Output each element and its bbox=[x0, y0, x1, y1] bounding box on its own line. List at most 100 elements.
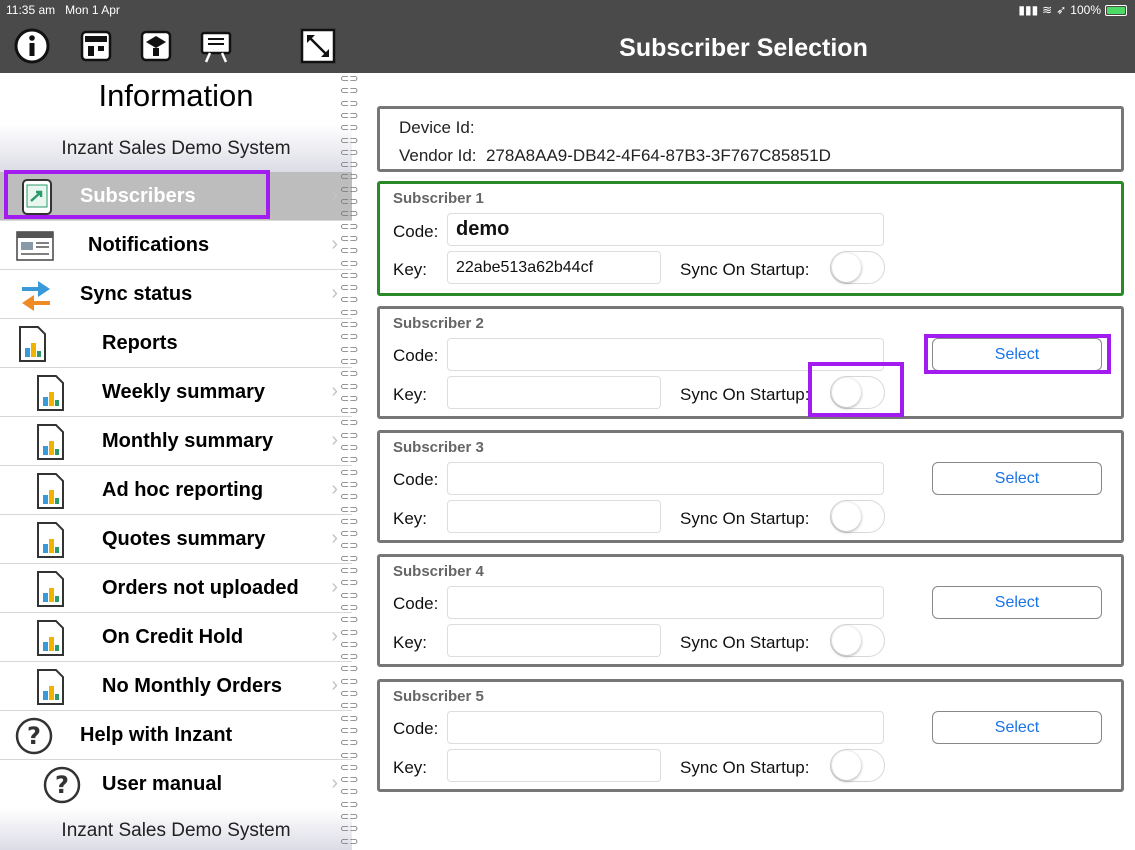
report-icon bbox=[37, 473, 64, 509]
code-input[interactable] bbox=[447, 586, 884, 619]
chevron-right-icon: › bbox=[331, 772, 338, 794]
select-button[interactable]: Select bbox=[932, 586, 1102, 619]
sidebar-item-label: No Monthly Orders bbox=[102, 675, 283, 697]
package-icon[interactable] bbox=[136, 26, 176, 66]
spiral-coil: ⊂⊃ bbox=[340, 417, 359, 430]
spiral-coil: ⊂⊃ bbox=[340, 97, 359, 110]
subscriber-panel-4: Subscriber 4 Code: Select Key: Sync On S… bbox=[377, 554, 1124, 667]
code-label: Code: bbox=[393, 346, 439, 365]
spiral-coil: ⊂⊃ bbox=[340, 220, 359, 233]
highlight-sync-toggle bbox=[808, 362, 904, 417]
wifi-icon: ≋ bbox=[1042, 3, 1053, 17]
spiral-coil: ⊂⊃ bbox=[340, 638, 359, 651]
key-input[interactable] bbox=[447, 749, 661, 782]
key-input[interactable] bbox=[447, 500, 661, 533]
signal-icon: ▮▮▮ bbox=[1018, 3, 1039, 17]
spiral-coil: ⊂⊃ bbox=[340, 811, 359, 823]
key-label: Key: bbox=[393, 633, 428, 652]
subscriber-title: Subscriber 2 bbox=[393, 315, 484, 332]
sidebar-item-reports[interactable]: Reports bbox=[0, 319, 352, 368]
presentation-icon[interactable] bbox=[196, 26, 236, 66]
spiral-coil: ⊂⊃ bbox=[340, 577, 359, 590]
spiral-coil: ⊂⊃ bbox=[340, 540, 359, 553]
svg-text:?: ? bbox=[27, 722, 41, 750]
help-icon: ? bbox=[43, 766, 81, 804]
sidebar-item-monthly-summary[interactable]: Monthly summary › bbox=[0, 417, 352, 466]
key-input[interactable] bbox=[447, 624, 661, 657]
sidebar-item-user-manual[interactable]: ? User manual › bbox=[0, 760, 352, 809]
sync-on-startup-toggle[interactable] bbox=[830, 624, 885, 657]
spiral-coil: ⊂⊃ bbox=[340, 109, 359, 122]
select-button[interactable]: Select bbox=[932, 711, 1102, 744]
report-icon bbox=[37, 571, 64, 607]
sidebar-item-orders-not-uploaded[interactable]: Orders not uploaded › bbox=[0, 564, 352, 613]
chevron-right-icon: › bbox=[331, 429, 338, 451]
sidebar-item-label: Notifications bbox=[88, 234, 210, 256]
sidebar-item-sync-status[interactable]: Sync status › bbox=[0, 270, 352, 319]
info-icon[interactable] bbox=[12, 26, 52, 66]
code-input[interactable] bbox=[447, 711, 884, 744]
report-icon bbox=[37, 375, 64, 411]
spiral-coil: ⊂⊃ bbox=[340, 343, 359, 356]
sidebar-item-on-credit-hold[interactable]: On Credit Hold › bbox=[0, 613, 352, 662]
key-input[interactable] bbox=[447, 251, 661, 284]
chevron-right-icon: › bbox=[331, 674, 338, 696]
device-id-line: Device Id: bbox=[399, 118, 475, 138]
sidebar-title: Information bbox=[98, 78, 254, 113]
spiral-coil: ⊂⊃ bbox=[340, 675, 359, 688]
sidebar-item-label: Quotes summary bbox=[102, 528, 266, 550]
sidebar-item-ad-hoc-reporting[interactable]: Ad hoc reporting › bbox=[0, 466, 352, 515]
sidebar-item-quotes-summary[interactable]: Quotes summary › bbox=[0, 515, 352, 564]
spiral-coil: ⊂⊃ bbox=[340, 282, 359, 295]
expand-icon[interactable] bbox=[298, 26, 338, 66]
code-input[interactable] bbox=[447, 462, 884, 495]
notifications-icon bbox=[16, 231, 54, 261]
store-icon[interactable] bbox=[76, 26, 116, 66]
subscriber-title: Subscriber 3 bbox=[393, 439, 484, 456]
chevron-right-icon: › bbox=[331, 282, 338, 304]
sidebar-item-no-monthly-orders[interactable]: No Monthly Orders › bbox=[0, 662, 352, 711]
chevron-right-icon: › bbox=[331, 478, 338, 500]
report-icon bbox=[37, 424, 64, 460]
key-input[interactable] bbox=[447, 376, 661, 409]
spiral-coil: ⊂⊃ bbox=[340, 798, 359, 811]
subscriber-panel-1: Subscriber 1 Code: Key: Sync On Startup: bbox=[377, 181, 1124, 296]
sync-on-startup-toggle[interactable] bbox=[830, 251, 885, 284]
sync-on-startup-toggle[interactable] bbox=[830, 749, 885, 782]
sidebar-item-label: Sync status bbox=[80, 283, 193, 305]
sync-icon bbox=[22, 281, 50, 311]
sidebar-item-notifications[interactable]: Notifications › bbox=[0, 221, 352, 270]
spiral-coil: ⊂⊃ bbox=[340, 601, 359, 614]
vendor-id-value: 278A8AA9-DB42-4F64-87B3-3F767C85851D bbox=[485, 146, 831, 165]
code-label: Code: bbox=[393, 470, 439, 489]
code-label: Code: bbox=[393, 222, 439, 241]
spiral-coil: ⊂⊃ bbox=[340, 257, 359, 270]
code-label: Code: bbox=[393, 594, 439, 613]
spiral-coil: ⊂⊃ bbox=[340, 405, 359, 418]
sidebar-footer: Inzant Sales Demo System bbox=[0, 808, 352, 850]
spiral-coil: ⊂⊃ bbox=[340, 786, 359, 799]
code-input[interactable] bbox=[447, 213, 884, 246]
status-time-date: 11:35 am Mon 1 Apr bbox=[6, 3, 120, 17]
sync-on-startup-toggle[interactable] bbox=[830, 500, 885, 533]
spiral-coil: ⊂⊃ bbox=[340, 503, 359, 516]
device-panel: Device Id: Vendor Id: 278A8AA9-DB42-4F64… bbox=[377, 106, 1124, 172]
spiral-coil: ⊂⊃ bbox=[340, 528, 359, 541]
key-label: Key: bbox=[393, 260, 428, 279]
spiral-coil: ⊂⊃ bbox=[340, 552, 359, 565]
spiral-coil: ⊂⊃ bbox=[340, 319, 359, 331]
subscriber-title: Subscriber 1 bbox=[393, 190, 484, 207]
spiral-coil: ⊂⊃ bbox=[340, 429, 359, 442]
chevron-right-icon: › bbox=[331, 184, 338, 206]
spiral-coil: ⊂⊃ bbox=[340, 835, 359, 848]
sidebar-item-weekly-summary[interactable]: Weekly summary › bbox=[0, 368, 352, 417]
sidebar-menu: Subscribers › Notifications › Sync statu… bbox=[0, 172, 352, 809]
sidebar-item-help-with-inzant[interactable]: ? Help with Inzant bbox=[0, 711, 352, 760]
key-label: Key: bbox=[393, 385, 428, 404]
page-title: Subscriber Selection bbox=[619, 34, 868, 62]
sidebar-item-label: Orders not uploaded bbox=[102, 577, 299, 599]
subscriber-panel-3: Subscriber 3 Code: Select Key: Sync On S… bbox=[377, 430, 1124, 543]
spiral-coil: ⊂⊃ bbox=[340, 245, 359, 258]
spiral-coil: ⊂⊃ bbox=[340, 614, 359, 627]
select-button[interactable]: Select bbox=[932, 462, 1102, 495]
